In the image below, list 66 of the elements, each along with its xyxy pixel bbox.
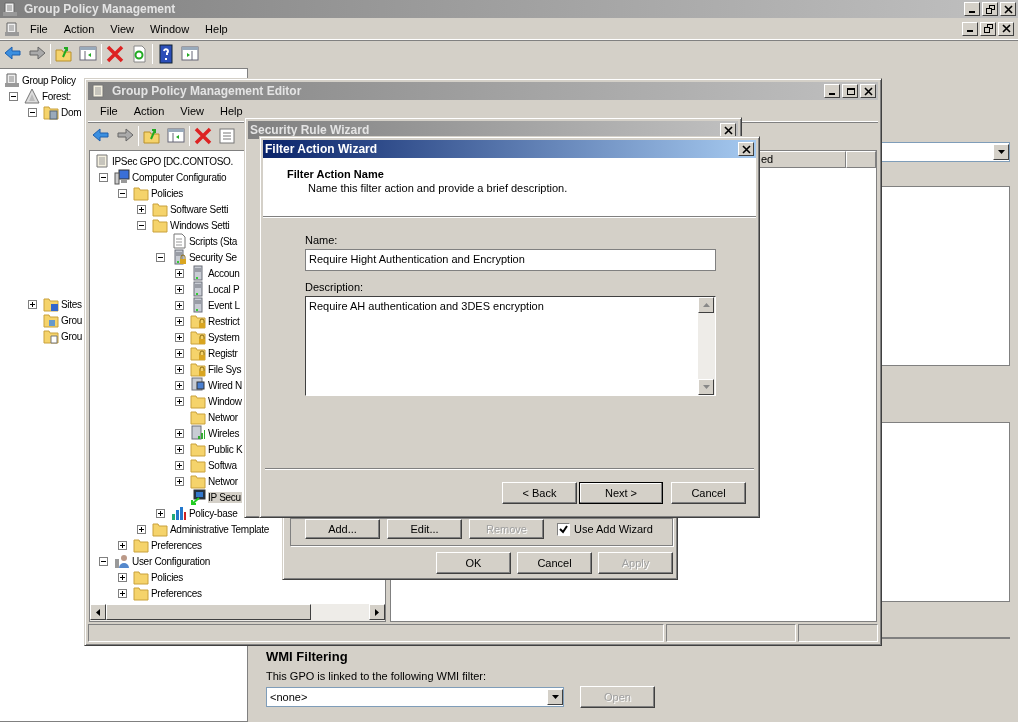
checkbox-label: Use Add Wizard [574, 523, 653, 535]
tree-item[interactable]: User Configuration [132, 555, 211, 567]
window-title: Group Policy Management Editor [112, 84, 303, 98]
field-label: Description: [305, 281, 365, 293]
name-field[interactable]: Require Hight Authentication and Encryption [305, 249, 716, 271]
tree-item[interactable]: IP Secu [208, 491, 242, 503]
button[interactable]: < Back [502, 482, 577, 504]
tree-item[interactable]: Grou [61, 314, 84, 326]
tree-item[interactable]: Registr [208, 347, 239, 359]
tree-item[interactable]: Networ [208, 475, 239, 487]
tree-item[interactable]: Computer Configuratio [132, 171, 228, 183]
tree-item[interactable]: System [208, 331, 241, 343]
tree-item[interactable]: Forest: [42, 90, 73, 102]
menu-item[interactable]: Action [125, 102, 173, 119]
section-heading: WMI Filtering [266, 649, 349, 664]
tree-item[interactable]: Restrict [208, 315, 241, 327]
button[interactable]: Cancel [517, 552, 592, 574]
wizard-subheading: Name this filter action and provide a brief description. [307, 182, 569, 194]
dropdown[interactable]: <none> [266, 687, 564, 707]
window-title: Filter Action Wizard [265, 142, 379, 156]
button[interactable]: Cancel [671, 482, 746, 504]
tree-item[interactable]: Policy-base [189, 507, 239, 519]
tree-item[interactable]: Wireles [208, 427, 241, 439]
tree-item[interactable]: Event L [208, 299, 241, 311]
tree-item[interactable]: Security Se [189, 251, 238, 263]
menu-item[interactable]: Help [211, 102, 251, 119]
tree-item[interactable]: Window [208, 395, 243, 407]
description-field[interactable]: Require AH authentication and 3DES encryption [305, 296, 716, 396]
tree-item[interactable]: Dom [61, 106, 83, 118]
tree-item[interactable]: Group Policy [22, 74, 77, 86]
tree-item[interactable]: Policies [151, 187, 185, 199]
tree-item[interactable]: Windows Setti [170, 219, 231, 231]
tree-item[interactable]: IPSec GPO [DC.CONTOSO. [112, 155, 235, 167]
dropdown-value: <none> [270, 691, 308, 703]
button[interactable]: OK [436, 552, 511, 574]
tree-item[interactable]: Softwa [208, 459, 238, 471]
window-title: Security Rule Wizard [250, 123, 371, 137]
window-title: Group Policy Management [24, 2, 177, 16]
tree-item[interactable]: Preferences [151, 539, 203, 551]
tree-item[interactable]: Administrative Template [170, 523, 271, 535]
tree-item[interactable]: File Sys [208, 363, 243, 375]
menu-item[interactable]: File [92, 102, 126, 119]
tree-item[interactable]: Policies [151, 571, 185, 583]
tree-item[interactable]: Sites [61, 298, 83, 310]
menu-item[interactable]: Action [55, 20, 103, 37]
menu-item[interactable]: View [102, 20, 142, 37]
menu-item[interactable]: View [172, 102, 212, 119]
menu-item[interactable]: File [22, 20, 56, 37]
wizard-heading: Filter Action Name [287, 168, 385, 180]
tree-item[interactable]: Local P [208, 283, 241, 295]
button[interactable]: Next > [579, 482, 663, 504]
tree-item[interactable]: Scripts (Sta [189, 235, 239, 247]
label: This GPO is linked to the following WMI filter: [266, 670, 488, 682]
button[interactable]: Edit... [387, 519, 462, 539]
tree-item[interactable]: Public K [208, 443, 244, 455]
button[interactable]: Add... [305, 519, 380, 539]
tree-item[interactable]: Wired N [208, 379, 243, 391]
tree-item[interactable]: Accoun [208, 267, 241, 279]
tree-item[interactable]: Grou [61, 330, 84, 342]
tree-item[interactable]: Preferences [151, 587, 203, 599]
field-label: Name: [305, 234, 339, 246]
menu-item[interactable]: Help [197, 20, 236, 37]
menu-item[interactable]: Window [141, 20, 198, 37]
tree-item[interactable]: Networ [208, 411, 239, 423]
field-value: Require AH authentication and 3DES encryption [308, 299, 545, 314]
tree-item[interactable]: Software Setti [170, 203, 230, 215]
